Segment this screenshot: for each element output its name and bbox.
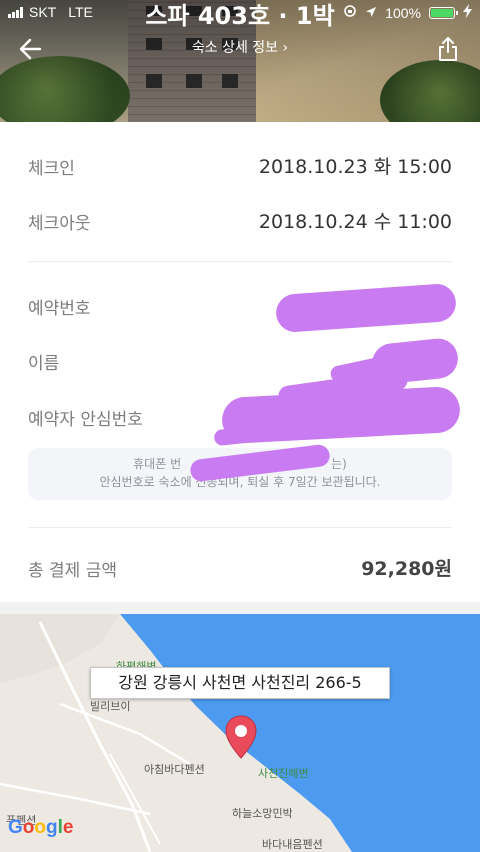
redaction-mark (274, 282, 458, 334)
map-label-achim: 아침바다펜션 (144, 763, 205, 776)
notice-line1: 휴대폰 번 (133, 457, 182, 471)
location-pin-icon[interactable] (224, 714, 258, 760)
page-title: 스파 403호 · 1박 (145, 2, 335, 30)
booking-info-card: 체크인 2018.10.23 화 15:00 체크아웃 2018.10.24 수… (0, 122, 480, 602)
share-button[interactable] (436, 36, 460, 62)
checkin-value: 2018.10.23 화 15:00 (258, 156, 452, 178)
location-map[interactable]: 하평해변 빌리브이 아침바다펜션 사천진해변 하늘소망민박 푸펜션 바다내음펜션… (0, 614, 480, 852)
checkout-label: 체크아웃 (28, 214, 91, 234)
notice-line1-end: 는 (331, 457, 343, 471)
arrow-left-icon (19, 38, 42, 60)
checkout-value: 2018.10.24 수 11:00 (258, 211, 452, 233)
map-label-pension-s: 바다내음펜션 (262, 838, 323, 851)
google-logo: Google (8, 817, 74, 838)
reservation-number-label: 예약번호 (28, 299, 91, 319)
hero-image: SKT LTE 100% 스파 403호 · 1박 숙소 상세 정보 › (0, 0, 480, 122)
map-label-haneul: 하늘소망민박 (232, 807, 293, 820)
total-payment-value: 92,280원 (361, 558, 452, 580)
map-address-callout: 강원 강릉시 사천면 사천진리 266-5 (90, 667, 390, 699)
name-label: 이름 (28, 354, 60, 374)
accommodation-detail-link[interactable]: 숙소 상세 정보 › (0, 37, 480, 57)
back-button[interactable] (18, 36, 44, 62)
map-label-sacheonjin: 사천진해변 (258, 767, 309, 780)
divider (28, 527, 452, 528)
map-label-villa: 빌리브이 (90, 700, 131, 713)
share-icon (439, 37, 457, 61)
section-divider (0, 602, 480, 614)
checkin-label: 체크인 (28, 159, 75, 179)
divider (28, 261, 452, 262)
safe-number-label: 예약자 안심번호 (28, 410, 143, 430)
total-payment-label: 총 결제 금액 (28, 561, 118, 581)
